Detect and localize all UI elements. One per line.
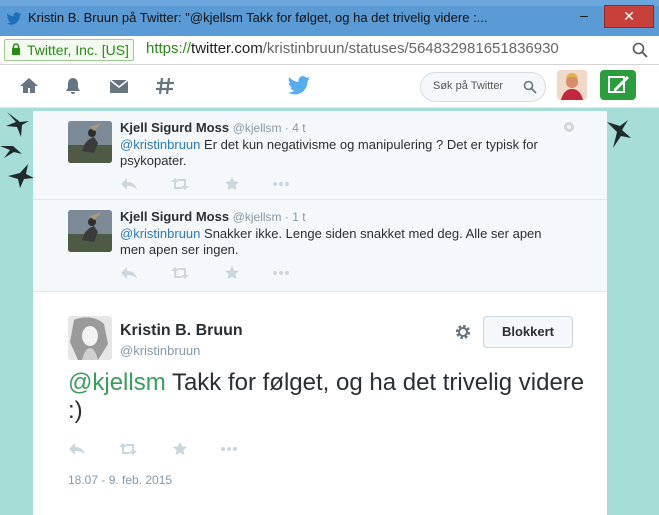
main-author-name[interactable]: Kristin B. Bruun (120, 322, 243, 340)
twitter-nav: Søk på Twitter (0, 65, 659, 108)
retweet-icon[interactable] (171, 177, 189, 191)
window-title: Kristin B. Bruun på Twitter: "@kjellsm T… (28, 10, 488, 25)
lock-icon (12, 43, 20, 55)
reply-author[interactable]: Kjell Sigurd Moss @kjellsm · 1 t (120, 209, 306, 224)
compose-icon (608, 76, 629, 93)
search-icon[interactable] (632, 42, 648, 58)
retweet-icon[interactable] (171, 266, 189, 280)
account-avatar[interactable] (557, 70, 587, 100)
minimize-button[interactable]: – (570, 6, 598, 26)
twitter-search-input[interactable]: Søk på Twitter (420, 72, 546, 102)
favorite-icon[interactable] (223, 266, 241, 280)
url-path: /kristinbruun/statuses/56483298165183693… (262, 40, 559, 57)
reply-tweet[interactable]: Kjell Sigurd Moss @kjellsm · 4 t @kristi… (33, 111, 607, 200)
knight-avatar-icon (68, 210, 112, 252)
reply-icon[interactable] (120, 266, 138, 280)
notifications-icon[interactable] (62, 75, 84, 97)
reply-tweet[interactable]: Kjell Sigurd Moss @kjellsm · 1 t @kristi… (33, 200, 607, 292)
favorite-icon[interactable] (223, 177, 241, 191)
url-text[interactable]: https://twitter.com/kristinbruun/statuse… (146, 40, 559, 57)
more-icon[interactable] (272, 177, 290, 191)
more-icon[interactable] (220, 442, 238, 456)
crow-decoration-icon (8, 164, 34, 188)
close-button[interactable]: ✕ (604, 5, 654, 28)
main-tweet-mention[interactable]: @kjellsm (68, 369, 166, 396)
address-bar[interactable]: Twitter, Inc. [US] https://twitter.com/k… (0, 36, 659, 65)
reply-timestamp[interactable]: 1 t (292, 210, 305, 224)
reply-timestamp[interactable]: 4 t (292, 121, 305, 135)
reply-author-handle[interactable]: @kjellsm (233, 121, 282, 135)
separator-dot: · (281, 121, 293, 135)
home-icon[interactable] (18, 75, 40, 97)
crow-decoration-icon (607, 120, 631, 148)
main-tweet-text: @kjellsm Takk for følget, og ha det triv… (68, 369, 588, 425)
retweet-icon[interactable] (119, 442, 137, 456)
site-identity-label: Twitter, Inc. [US] (27, 42, 129, 58)
main-tweet: Kristin B. Bruun @kristinbruun Blokkert … (33, 292, 607, 515)
search-placeholder: Søk på Twitter (433, 80, 504, 92)
reply-mention[interactable]: @kristinbruun (120, 137, 200, 152)
portrait-avatar-icon (68, 316, 112, 360)
reply-author-name[interactable]: Kjell Sigurd Moss (120, 209, 229, 224)
titlebar-strip (0, 0, 659, 6)
site-identity-badge[interactable]: Twitter, Inc. [US] (4, 39, 134, 61)
more-icon[interactable] (272, 266, 290, 280)
knight-avatar-icon (68, 121, 112, 163)
url-scheme: https:// (146, 40, 192, 57)
reply-text: @kristinbruun Snakker ikke. Lenge siden … (120, 226, 560, 258)
reply-author-avatar[interactable] (68, 210, 112, 252)
reply-author[interactable]: Kjell Sigurd Moss @kjellsm · 4 t (120, 120, 306, 135)
crow-decoration-icon (0, 146, 22, 158)
reply-icon[interactable] (68, 442, 86, 456)
reply-author-name[interactable]: Kjell Sigurd Moss (120, 120, 229, 135)
reply-author-avatar[interactable] (68, 121, 112, 163)
messages-icon[interactable] (108, 75, 130, 97)
twitter-favicon-icon (6, 12, 22, 25)
avatar-image-icon (557, 70, 587, 100)
compose-tweet-button[interactable] (600, 70, 636, 100)
reply-text: @kristinbruun Er det kun negativisme og … (120, 137, 560, 169)
reply-author-handle[interactable]: @kjellsm (233, 210, 282, 224)
url-host: twitter.com (191, 40, 263, 57)
main-author-handle[interactable]: @kristinbruun (120, 343, 200, 358)
tweet-conversation-panel: Kjell Sigurd Moss @kjellsm · 4 t @kristi… (33, 111, 607, 515)
favorite-icon[interactable] (171, 442, 189, 456)
window-titlebar: Kristin B. Bruun på Twitter: "@kjellsm T… (0, 0, 659, 36)
gear-icon[interactable] (454, 323, 472, 341)
crow-decoration-icon (6, 112, 29, 137)
reply-icon[interactable] (120, 177, 138, 191)
separator-dot: · (281, 210, 293, 224)
main-author-avatar[interactable] (68, 316, 112, 360)
more-options-icon[interactable] (563, 121, 575, 133)
discover-icon[interactable] (154, 75, 176, 97)
tweet-timestamp[interactable]: 18.07 - 9. feb. 2015 (68, 473, 172, 487)
blocked-button[interactable]: Blokkert (483, 316, 573, 348)
search-icon[interactable] (523, 80, 537, 94)
twitter-bird-icon[interactable] (287, 75, 311, 97)
reply-mention[interactable]: @kristinbruun (120, 226, 200, 241)
